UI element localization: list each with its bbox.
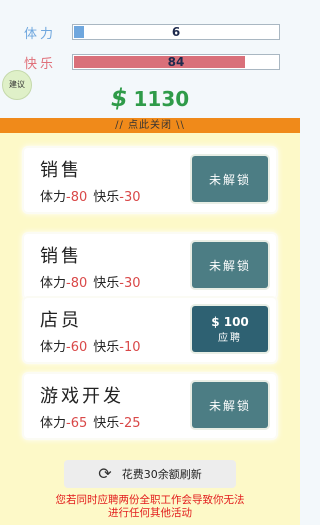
job-effects: 体力-80 快乐-30 bbox=[40, 272, 141, 291]
job-card: 游戏开发 体力-65 快乐-25 未解锁 bbox=[24, 374, 276, 438]
stamina-value: 6 bbox=[171, 25, 181, 39]
apply-button[interactable]: $ 100 应聘 bbox=[192, 306, 268, 352]
happiness-value: 84 bbox=[167, 55, 185, 69]
refresh-icon: ⟳ bbox=[98, 464, 112, 483]
stamina-cost: -80 bbox=[66, 190, 88, 205]
stamina-cost: -60 bbox=[66, 340, 88, 355]
happiness-row: 快乐 84 bbox=[0, 52, 300, 72]
happy-cost: -30 bbox=[119, 190, 141, 205]
job-title: 销售 bbox=[40, 160, 82, 181]
apply-label: 应聘 bbox=[218, 332, 242, 344]
job-card: 销售 体力-80 快乐-30 未解锁 bbox=[24, 234, 276, 298]
happiness-label: 快乐 bbox=[24, 57, 57, 72]
stamina-cost-label: 体力 bbox=[40, 416, 67, 431]
warning-line-2: 进行任何其他活动 bbox=[108, 507, 192, 519]
stamina-label: 体力 bbox=[24, 27, 57, 42]
stats-area: 体力 6 快乐 84 建议 $1130 bbox=[0, 0, 300, 118]
refresh-label: 花费30余额刷新 bbox=[121, 468, 202, 481]
refresh-button[interactable]: ⟳ 花费30余额刷新 bbox=[64, 460, 236, 488]
job-effects: 体力-65 快乐-25 bbox=[40, 412, 141, 431]
stamina-cost-label: 体力 bbox=[40, 276, 67, 291]
happy-cost: -25 bbox=[119, 416, 141, 431]
locked-label: 未解锁 bbox=[208, 172, 251, 187]
job-card: 销售 体力-80 快乐-30 未解锁 bbox=[24, 148, 276, 212]
happiness-bar: 84 bbox=[72, 54, 280, 70]
stamina-cost-label: 体力 bbox=[40, 190, 67, 205]
stamina-bar: 6 bbox=[72, 24, 280, 40]
money-display: $1130 bbox=[0, 84, 300, 112]
stamina-cost: -65 bbox=[66, 416, 88, 431]
warning-line-1: 您若同时应聘两份全职工作会导致你无法 bbox=[55, 494, 245, 506]
locked-button[interactable]: 未解锁 bbox=[192, 242, 268, 288]
happy-cost: -10 bbox=[119, 340, 141, 355]
happy-cost-label: 快乐 bbox=[93, 340, 120, 355]
locked-label: 未解锁 bbox=[208, 398, 251, 413]
locked-button[interactable]: 未解锁 bbox=[192, 382, 268, 428]
apply-price: $ 100 bbox=[211, 314, 249, 329]
job-effects: 体力-80 快乐-30 bbox=[40, 186, 141, 205]
happy-cost-label: 快乐 bbox=[93, 416, 120, 431]
locked-label: 未解锁 bbox=[208, 258, 251, 273]
close-panel-button[interactable]: // 点此关闭 \\ bbox=[0, 118, 300, 133]
locked-button[interactable]: 未解锁 bbox=[192, 156, 268, 202]
money-amount: 1130 bbox=[133, 87, 190, 111]
stamina-cost-label: 体力 bbox=[40, 340, 67, 355]
job-title: 游戏开发 bbox=[40, 386, 124, 407]
job-effects: 体力-60 快乐-10 bbox=[40, 336, 141, 355]
stamina-row: 体力 6 bbox=[0, 22, 300, 42]
jobs-panel: // 点此关闭 \\ 销售 体力-80 快乐-30 未解锁 销售 体力-80 快乐-… bbox=[0, 118, 300, 525]
job-title: 销售 bbox=[40, 246, 82, 267]
happy-cost: -30 bbox=[119, 276, 141, 291]
happy-cost-label: 快乐 bbox=[93, 190, 120, 205]
dollar-icon: $ bbox=[110, 84, 128, 112]
job-card: 店员 体力-60 快乐-10 $ 100 应聘 bbox=[24, 298, 276, 362]
happy-cost-label: 快乐 bbox=[93, 276, 120, 291]
warning-text: 您若同时应聘两份全职工作会导致你无法 进行任何其他活动 bbox=[0, 494, 300, 520]
job-title: 店员 bbox=[40, 310, 82, 331]
stamina-cost: -80 bbox=[66, 276, 88, 291]
